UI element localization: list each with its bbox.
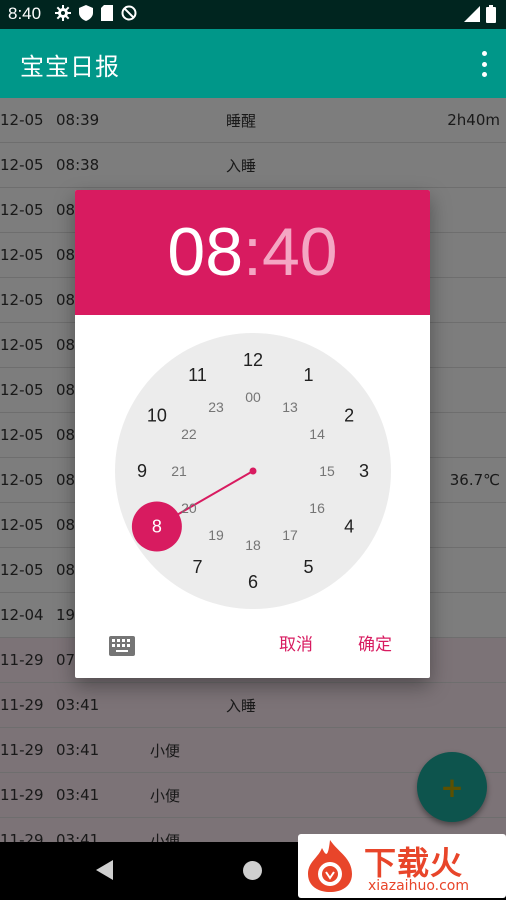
overflow-menu-icon[interactable]: [480, 51, 488, 77]
clock-hour-inner[interactable]: 16: [309, 500, 325, 516]
minute-display[interactable]: 40: [262, 214, 338, 290]
watermark-domain: xiazaihuo.com: [368, 878, 469, 894]
time-picker-header: 08:40: [75, 190, 430, 315]
clock-hour-inner[interactable]: 20: [181, 500, 197, 516]
hour-display[interactable]: 08: [167, 214, 243, 290]
clock-hour-inner[interactable]: 23: [208, 399, 224, 415]
sd-card-icon: [101, 5, 113, 21]
cancel-button[interactable]: 取消: [279, 630, 313, 655]
signal-icon: [464, 6, 480, 22]
status-bar: 8:40: [0, 0, 506, 29]
clock-hour-outer[interactable]: 12: [243, 350, 263, 370]
clock-hour-inner[interactable]: 13: [282, 399, 298, 415]
time-display: 08:40: [75, 214, 430, 290]
status-icons: [55, 5, 137, 21]
clock-hour-inner[interactable]: 21: [171, 463, 187, 479]
shield-icon: [79, 5, 93, 21]
clock-hour-outer[interactable]: 4: [344, 517, 354, 537]
clock-hour-inner[interactable]: 18: [245, 537, 261, 553]
back-icon[interactable]: [96, 860, 113, 880]
clock-hour-outer[interactable]: 5: [303, 557, 313, 577]
app-title: 宝宝日报: [20, 53, 120, 81]
clock-hour-outer[interactable]: 7: [192, 557, 202, 577]
status-time: 8:40: [8, 4, 42, 23]
clock-hour-inner[interactable]: 00: [245, 389, 261, 405]
clock-hour-inner[interactable]: 22: [181, 426, 197, 442]
clock-hour-outer[interactable]: 9: [137, 461, 147, 481]
clock-hour-outer[interactable]: 1: [303, 365, 313, 385]
clock-hour-outer[interactable]: 10: [147, 406, 167, 426]
clock-hour-outer[interactable]: 6: [248, 572, 258, 592]
clock-face[interactable]: 12 1 2 3 4 5 6 7 8 9 10 11 00 13 14 15 16 17 18 19 20 21 22 23: [115, 333, 391, 609]
time-separator: :: [243, 214, 262, 290]
battery-icon: [486, 5, 496, 23]
clock-dial[interactable]: 121234567891011001314151617181920212223: [115, 333, 391, 609]
clock-hour-inner[interactable]: 17: [282, 527, 298, 543]
home-icon[interactable]: [243, 861, 262, 880]
clock-hour-outer[interactable]: 8: [152, 517, 162, 537]
clock-hour-inner[interactable]: 19: [208, 527, 224, 543]
gear-icon: [55, 5, 71, 21]
clock-hour-outer[interactable]: 3: [359, 461, 369, 481]
ok-button[interactable]: 确定: [358, 630, 392, 655]
blocked-icon: [121, 5, 137, 21]
keyboard-icon[interactable]: [109, 636, 135, 656]
time-picker-dialog: 08:40 12 1 2 3 4 5 6 7 8 9 10 11 00 13 14 15 16 17 18 19 20 2…: [75, 190, 430, 678]
status-right-icons: [464, 5, 496, 23]
app-bar: 宝宝日报: [0, 29, 506, 98]
flame-logo-icon: [308, 840, 352, 892]
watermark: 下载火 xiazaihuo.com: [298, 834, 506, 898]
clock-hour-outer[interactable]: 11: [188, 365, 207, 385]
clock-hour-inner[interactable]: 14: [309, 426, 325, 442]
clock-hour-outer[interactable]: 2: [344, 406, 354, 426]
clock-hour-inner[interactable]: 15: [319, 463, 335, 479]
clock-center-dot: [249, 467, 257, 475]
